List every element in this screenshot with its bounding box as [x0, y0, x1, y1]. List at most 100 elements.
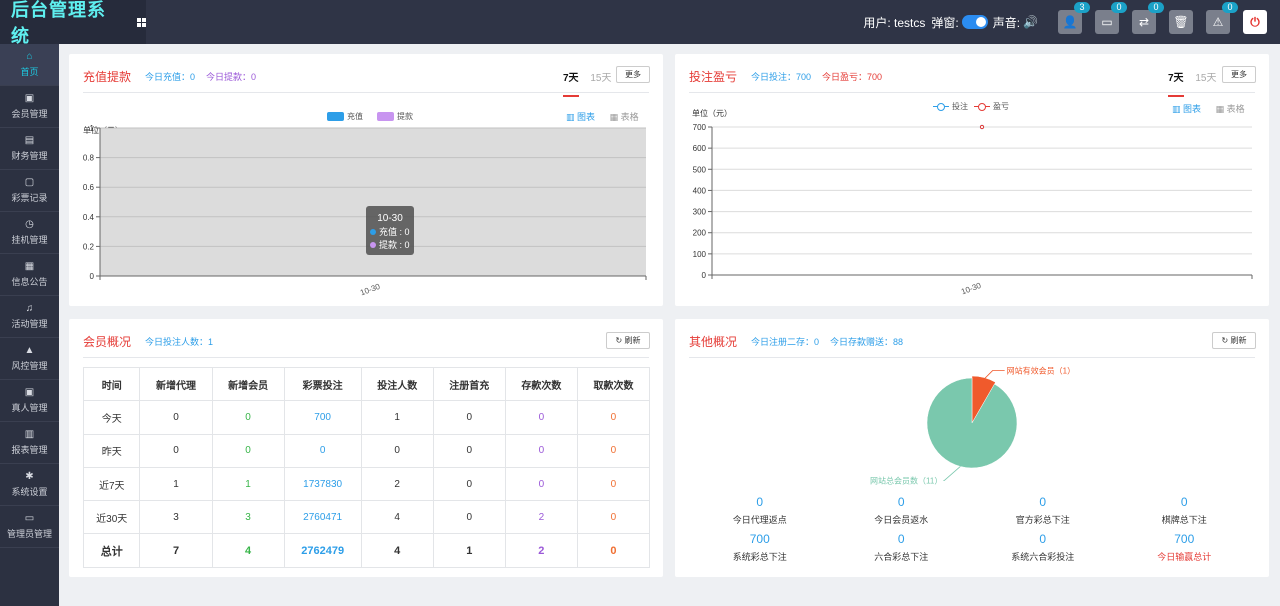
card-icon: ▭ — [1101, 15, 1113, 29]
stat-item: 700 今日输赢总计 — [1114, 532, 1256, 563]
sidebar-item[interactable]: ▤ 财务管理 — [0, 128, 59, 170]
sidebar-item[interactable]: ▭ 管理员管理 — [0, 506, 59, 548]
table-cell[interactable]: 0 — [576, 500, 651, 535]
y-tick-label: 600 — [693, 144, 707, 153]
member-overview-panel: 会员概况 今日投注人数：1 ↻ 刷新 时间 新增代理 新增会员 彩票投注 投注人数 注册首… — [69, 319, 663, 577]
table-cell[interactable]: 0 — [211, 400, 285, 435]
sidebar-item[interactable]: ♫ 活动管理 — [0, 296, 59, 338]
column-header: 投注人数 — [360, 366, 434, 402]
table-cell[interactable]: 1737830 — [283, 466, 362, 502]
speaker-icon[interactable]: 🔊 — [1023, 15, 1038, 29]
table-cell: 今天 — [82, 400, 141, 435]
warning-icon: ⚠ — [1212, 15, 1224, 29]
sidebar-item-label: 报表管理 — [11, 445, 48, 455]
bet-panel: 投注盈亏 今日投注：700 今日盈亏：700 7天 15天 更多 投注 盈亏 ▥… — [675, 54, 1269, 306]
table-cell[interactable]: 0 — [432, 500, 506, 535]
table-cell[interactable]: 4 — [211, 533, 285, 568]
stat-value: 0 — [1039, 532, 1047, 546]
y-tick-label: 200 — [693, 229, 707, 238]
table-cell[interactable]: 3 — [139, 500, 213, 535]
sidebar-item-label: 首页 — [20, 67, 39, 77]
y-tick-label: 0.2 — [83, 242, 95, 251]
table-cell[interactable]: 0 — [432, 400, 506, 435]
member-pie-chart: 网站有效会员（1） 网站总会员数（11） — [870, 366, 1075, 486]
member-title: 会员概况 — [83, 335, 132, 349]
power-button[interactable]: ⏻ — [1243, 10, 1267, 34]
warning-button[interactable]: ⚠ 0 — [1206, 2, 1238, 34]
table-cell[interactable]: 2760471 — [283, 500, 362, 535]
table-cell[interactable]: 0 — [504, 433, 578, 468]
card-button[interactable]: ▭ 0 — [1095, 2, 1127, 34]
column-header: 存款次数 — [504, 366, 578, 402]
table-cell: 近30天 — [82, 500, 141, 535]
popup-label: 弹窗: — [931, 15, 959, 30]
table-cell: 总计 — [82, 533, 141, 568]
table-cell[interactable]: 1 — [139, 466, 213, 502]
header-toolbar: 用户: testcs 弹窗: 声音: 🔊 👤 3 ▭ 0 ⇄ 0 🗑 ⚠ 0 ⏻ — [863, 2, 1280, 34]
user-button[interactable]: 👤 3 — [1058, 2, 1090, 34]
table-cell[interactable]: 0 — [576, 400, 651, 435]
table-cell[interactable]: 0 — [283, 433, 362, 468]
table-cell[interactable]: 1 — [432, 533, 506, 568]
table-cell: 昨天 — [82, 433, 141, 468]
stat-label: 官方彩总下注 — [1015, 515, 1070, 525]
grid-menu-icon[interactable] — [137, 17, 147, 27]
tooltip-dot — [370, 229, 376, 235]
sidebar-item[interactable]: ⌂ 首页 — [0, 44, 59, 86]
table-cell[interactable]: 1 — [211, 466, 285, 502]
sidebar-item[interactable]: ▢ 彩票记录 — [0, 170, 59, 212]
sidebar-item[interactable]: ▣ 真人管理 — [0, 380, 59, 422]
member-table: 时间 新增代理 新增会员 彩票投注 投注人数 注册首充 存款次数 取款次数 今天 0 0 700 1 0… — [82, 366, 651, 568]
table-cell[interactable]: 0 — [211, 433, 285, 468]
sidebar-item[interactable]: ▦ 信息公告 — [0, 254, 59, 296]
table-cell[interactable]: 0 — [360, 433, 434, 468]
table-cell[interactable]: 0 — [432, 466, 506, 502]
sidebar-item-label: 信息公告 — [11, 277, 48, 287]
table-cell[interactable]: 2762479 — [283, 533, 362, 568]
table-cell[interactable]: 0 — [139, 400, 213, 435]
warning-icon: ▲ — [24, 345, 35, 356]
table-cell[interactable]: 2 — [360, 466, 434, 502]
y-tick-label: 0.8 — [83, 154, 95, 163]
user-icon: 👤 — [1062, 15, 1078, 29]
popup-toggle[interactable] — [961, 15, 988, 29]
sidebar-item[interactable]: ▣ 会员管理 — [0, 86, 59, 128]
column-header: 彩票投注 — [283, 366, 362, 402]
table-cell[interactable]: 3 — [211, 500, 285, 535]
power-icon: ⏻ — [1250, 14, 1260, 29]
table-cell[interactable]: 700 — [283, 400, 362, 435]
sidebar-item-label: 风控管理 — [11, 361, 48, 371]
transfer-button[interactable]: ⇄ 0 — [1132, 2, 1164, 34]
table-cell[interactable]: 0 — [504, 400, 578, 435]
table-cell[interactable]: 0 — [576, 533, 651, 568]
y-tick-label: 500 — [693, 165, 707, 174]
bet-line-chart: 0 100 200 300 400 500 600 700 10-30 — [693, 123, 1253, 296]
table-cell[interactable]: 2 — [504, 533, 578, 568]
member-icon: ▣ — [24, 93, 35, 104]
table-cell[interactable]: 0 — [576, 466, 651, 502]
table-cell[interactable]: 0 — [139, 433, 213, 468]
sidebar-item[interactable]: ▥ 报表管理 — [0, 422, 59, 464]
sidebar-item-label: 真人管理 — [11, 403, 48, 413]
table-cell[interactable]: 4 — [360, 500, 434, 535]
table-cell[interactable]: 1 — [360, 400, 434, 435]
y-tick-label: 0.4 — [83, 213, 95, 222]
sidebar-item[interactable]: ▲ 风控管理 — [0, 338, 59, 380]
transfer-icon: ⇄ — [1138, 15, 1150, 29]
table-cell[interactable]: 0 — [576, 433, 651, 468]
sidebar-item[interactable]: ◷ 挂机管理 — [0, 212, 59, 254]
table-cell[interactable]: 7 — [139, 533, 213, 568]
sidebar-item-label: 活动管理 — [11, 319, 48, 329]
sidebar-item[interactable]: ✱ 系统设置 — [0, 464, 59, 506]
stat-item: 0 今日会员返水 — [831, 495, 973, 526]
table-cell[interactable]: 2 — [504, 500, 578, 535]
trash-button[interactable]: 🗑 — [1169, 10, 1193, 34]
member-refresh-button[interactable]: ↻ 刷新 — [606, 332, 650, 349]
table-row: 今天 0 0 700 1 0 0 0 — [82, 400, 651, 435]
y-tick-label: 400 — [693, 186, 707, 195]
table-cell: 近7天 — [82, 466, 141, 502]
table-cell[interactable]: 4 — [360, 533, 434, 568]
table-cell[interactable]: 0 — [504, 466, 578, 502]
table-cell[interactable]: 0 — [432, 433, 506, 468]
gear-icon: ✱ — [25, 471, 34, 482]
